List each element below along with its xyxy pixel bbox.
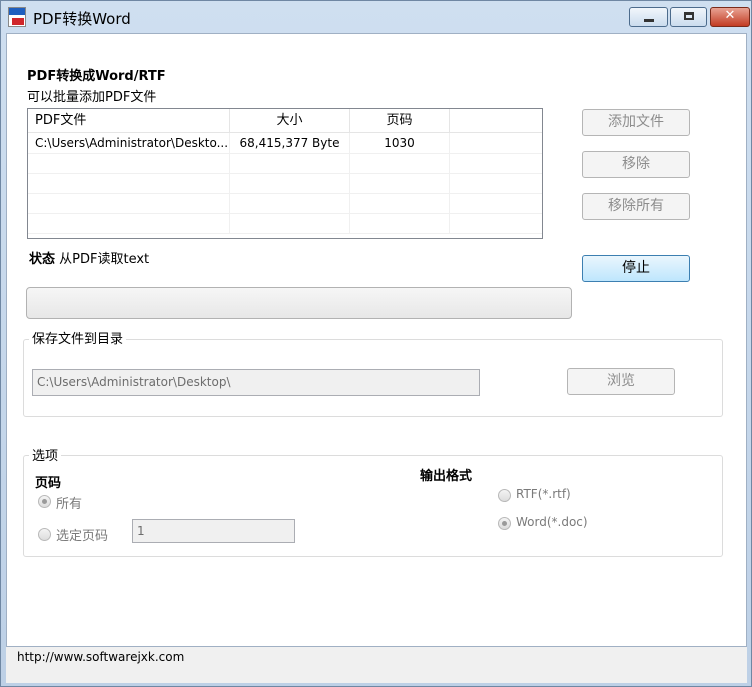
all-pages-label: 所有 (56, 497, 83, 512)
page-title: PDF转换成Word/RTF (27, 69, 166, 84)
app-window: PDF转换Word ✕ PDF转换成Word/RTF 可以批量添加PDF文件 P… (0, 0, 752, 687)
minimize-button[interactable] (629, 7, 668, 27)
file-pages-cell: 1030 (350, 133, 450, 153)
word-format-radio[interactable] (498, 517, 511, 530)
column-header-empty (450, 109, 542, 132)
rtf-format-radio[interactable] (498, 489, 511, 502)
title-bar[interactable]: PDF转换Word ✕ (1, 1, 751, 33)
add-file-button[interactable]: 添加文件 (582, 109, 690, 136)
all-pages-radio[interactable] (38, 495, 51, 508)
status-bar: http://www.softwarejxk.com (6, 647, 747, 683)
pages-heading: 页码 (35, 476, 62, 491)
empty-row (28, 213, 542, 234)
selected-pages-label: 选定页码 (56, 529, 109, 544)
empty-row (28, 193, 542, 214)
column-header-size[interactable]: 大小 (230, 109, 350, 132)
remove-all-button[interactable]: 移除所有 (582, 193, 690, 220)
options-label: 选项 (29, 445, 62, 464)
client-area: PDF转换成Word/RTF 可以批量添加PDF文件 PDF文件 大小 页码 C… (6, 33, 747, 647)
status-label: 状态 (29, 252, 56, 267)
save-path-field[interactable]: C:\Users\Administrator\Desktop\ (32, 369, 480, 396)
close-icon: ✕ (724, 8, 736, 23)
save-directory-label: 保存文件到目录 (29, 328, 127, 347)
selected-pages-radio[interactable] (38, 528, 51, 541)
browse-button[interactable]: 浏览 (567, 368, 675, 395)
progress-bar (26, 287, 572, 319)
minimize-icon (644, 19, 654, 22)
website-link[interactable]: http://www.softwarejxk.com (17, 650, 184, 664)
stop-button[interactable]: 停止 (582, 255, 690, 282)
remove-button[interactable]: 移除 (582, 151, 690, 178)
empty-row (28, 153, 542, 174)
word-format-label: Word(*.doc) (516, 515, 588, 529)
pdf-app-icon (8, 7, 26, 27)
window-title: PDF转换Word (33, 10, 131, 28)
table-row[interactable]: C:\Users\Administrator\Deskto... 68,415,… (28, 133, 542, 154)
close-button[interactable]: ✕ (710, 7, 750, 27)
page-range-input[interactable]: 1 (132, 519, 295, 543)
file-list[interactable]: PDF文件 大小 页码 C:\Users\Administrator\Deskt… (27, 108, 543, 239)
status-text: 从PDF读取text (59, 252, 150, 267)
empty-row (28, 173, 542, 194)
column-header-file[interactable]: PDF文件 (28, 109, 230, 132)
file-list-header: PDF文件 大小 页码 (28, 109, 542, 133)
output-format-heading: 输出格式 (420, 469, 473, 484)
status-line: 状态 从PDF读取text (29, 248, 149, 267)
options-group (23, 455, 723, 557)
maximize-icon (684, 12, 694, 20)
column-header-pages[interactable]: 页码 (350, 109, 450, 132)
file-size-cell: 68,415,377 Byte (230, 133, 350, 153)
rtf-format-label: RTF(*.rtf) (516, 487, 571, 501)
maximize-button[interactable] (670, 7, 707, 27)
page-subtitle: 可以批量添加PDF文件 (27, 90, 157, 105)
file-path-cell: C:\Users\Administrator\Deskto... (28, 133, 230, 153)
